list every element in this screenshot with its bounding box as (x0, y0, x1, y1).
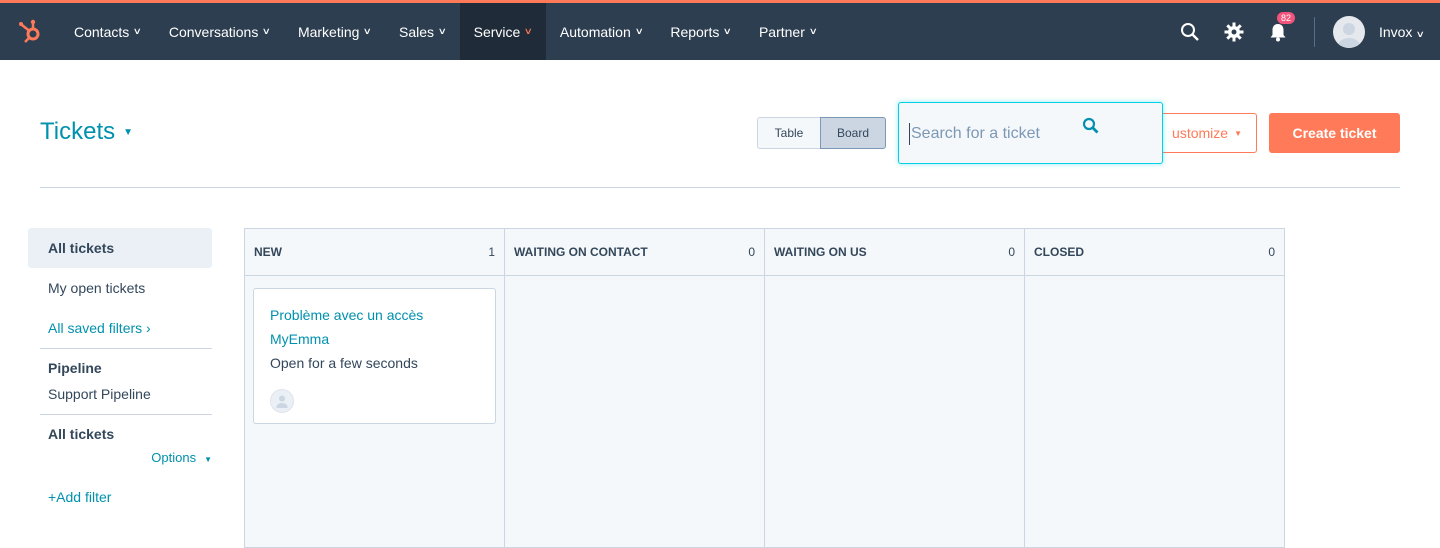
column-count: 0 (1268, 245, 1275, 259)
nav-marketing[interactable]: Marketing ∨ (284, 3, 385, 60)
column-header: NEW 1 (245, 229, 504, 276)
board-column-waiting-on-contact: WAITING ON CONTACT 0 (504, 228, 765, 548)
search-ticket-box (898, 102, 1163, 164)
caret-down-icon: ▼ (204, 455, 212, 464)
ticket-title[interactable]: Problème avec un accès (270, 303, 479, 327)
pipeline-select[interactable]: Support Pipeline (28, 386, 212, 402)
search-icon[interactable] (1082, 117, 1100, 135)
ticket-status: Open for a few seconds (270, 355, 418, 371)
chevron-down-icon: ∨ (363, 26, 373, 36)
column-header: WAITING ON CONTACT 0 (505, 229, 764, 276)
notification-bell-icon[interactable]: 82 (1266, 10, 1296, 44)
chevron-down-icon: ∨ (523, 26, 534, 36)
chevron-down-icon: ∨ (132, 26, 143, 36)
ticket-title-continued[interactable]: MyEmma (270, 327, 479, 351)
ticket-board: NEW 1 Problème avec un accès MyEmma Open… (244, 228, 1285, 548)
nav-divider (1313, 16, 1315, 47)
view-toggle: Table Board (757, 117, 886, 149)
board-column-waiting-on-us: WAITING ON US 0 (764, 228, 1025, 548)
chevron-down-icon: ∨ (808, 26, 818, 36)
nav-automation[interactable]: Automation ∨ (546, 3, 656, 60)
notification-count-badge: 82 (1275, 10, 1296, 25)
column-count: 0 (1008, 245, 1015, 259)
main-nav: Contacts ∨ Conversations ∨ Marketing ∨ Sale… (60, 3, 830, 60)
nav-service[interactable]: Service ∨ (459, 3, 546, 60)
nav-reports[interactable]: Reports ∨ (656, 3, 745, 60)
header-divider (40, 187, 1400, 188)
table-view-button[interactable]: Table (757, 117, 821, 149)
options-dropdown[interactable]: Options ▼ (28, 450, 212, 465)
user-menu[interactable]: Invox ∨ (1379, 24, 1426, 40)
chevron-down-icon: ∨ (437, 26, 447, 36)
column-header: CLOSED 0 (1025, 229, 1284, 276)
nav-sales[interactable]: Sales ∨ (385, 3, 460, 60)
column-header: WAITING ON US 0 (765, 229, 1024, 276)
ticket-card[interactable]: Problème avec un accès MyEmma Open for a… (253, 288, 496, 424)
sidebar-item-saved-filters[interactable]: All saved filters › (28, 308, 212, 348)
board-column-closed: CLOSED 0 (1024, 228, 1285, 548)
pipeline-heading: Pipeline (48, 360, 102, 376)
top-navigation-bar: Contacts ∨ Conversations ∨ Marketing ∨ Sale… (0, 0, 1440, 60)
user-avatar[interactable] (1332, 15, 1365, 48)
column-count: 1 (488, 245, 495, 259)
sidebar-divider (40, 348, 212, 349)
add-filter-link[interactable]: +Add filter (28, 489, 212, 505)
search-input[interactable] (909, 123, 1084, 145)
board-view-button[interactable]: Board (820, 117, 886, 149)
gear-icon[interactable] (1222, 20, 1246, 44)
sidebar-divider (40, 414, 212, 415)
nav-right-tools: 82 Invox ∨ (1168, 3, 1440, 60)
owner-avatar[interactable] (270, 389, 294, 413)
nav-partner[interactable]: Partner ∨ (745, 3, 831, 60)
chevron-down-icon: ∨ (1416, 28, 1426, 39)
chevron-down-icon: ∨ (634, 26, 644, 36)
nav-contacts[interactable]: Contacts ∨ (60, 3, 155, 60)
search-icon[interactable] (1178, 20, 1202, 44)
caret-down-icon: ▼ (123, 126, 134, 138)
nav-conversations[interactable]: Conversations ∨ (155, 3, 284, 60)
create-ticket-button[interactable]: Create ticket (1269, 113, 1400, 153)
filter-sidebar: All tickets My open tickets All saved fi… (28, 228, 212, 505)
filter-heading: All tickets (48, 426, 115, 442)
column-count: 0 (748, 245, 755, 259)
page-title[interactable]: Tickets ▼ (40, 118, 133, 146)
caret-down-icon: ▼ (1234, 128, 1242, 138)
sidebar-item-my-open-tickets[interactable]: My open tickets (28, 268, 212, 308)
chevron-down-icon: ∨ (262, 26, 272, 36)
board-column-new: NEW 1 Problème avec un accès MyEmma Open… (244, 228, 505, 548)
chevron-down-icon: ∨ (723, 26, 733, 36)
hubspot-logo-icon[interactable] (16, 17, 44, 45)
sidebar-item-all-tickets[interactable]: All tickets (28, 228, 212, 268)
